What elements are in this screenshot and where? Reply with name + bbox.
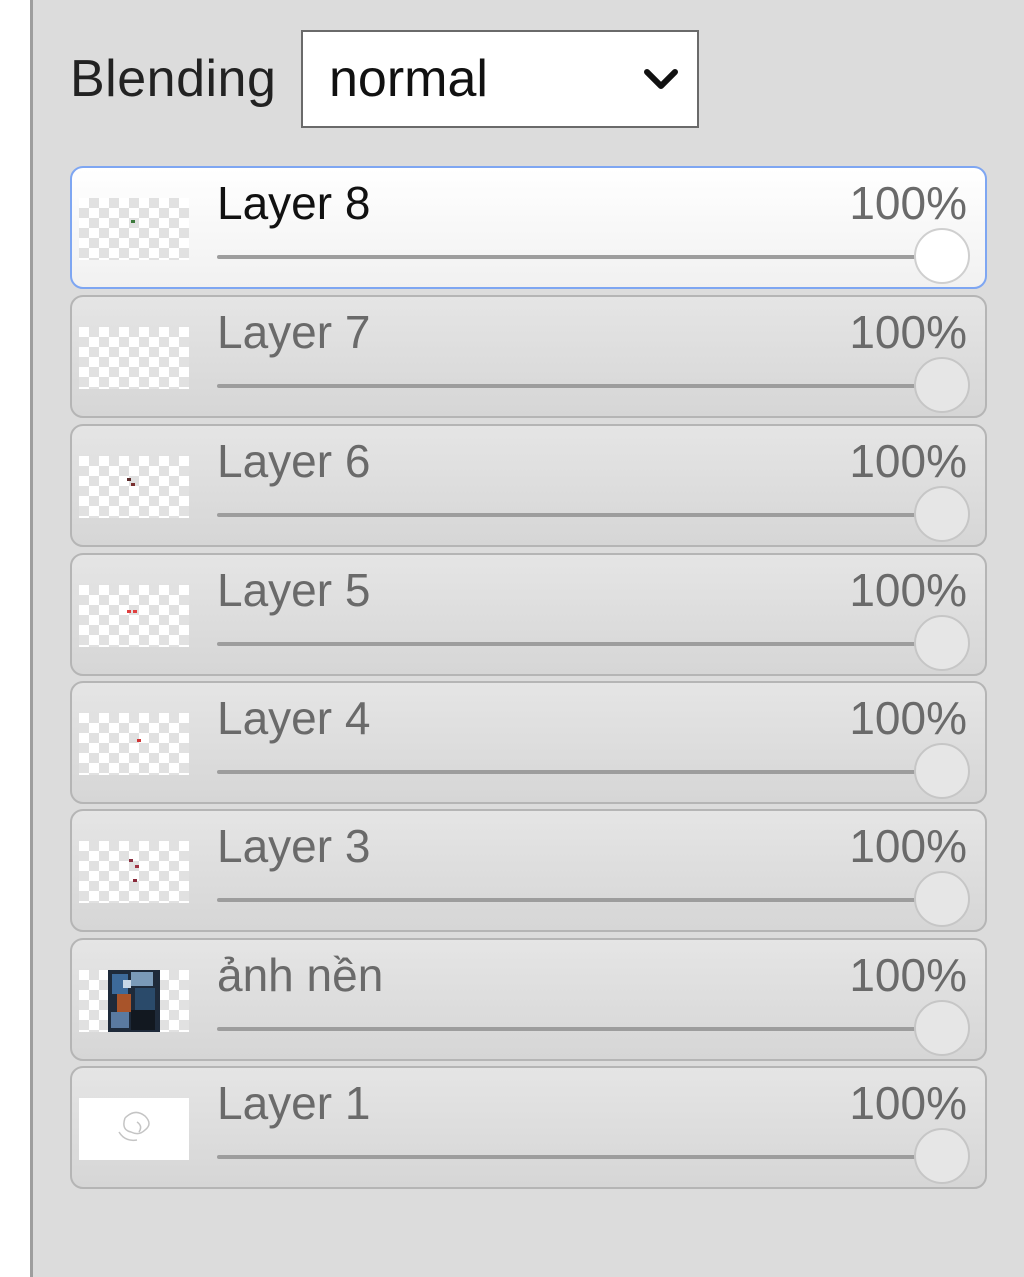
layer-thumbnail [79,1098,189,1160]
layer-thumbnail [79,585,189,647]
opacity-slider-track[interactable] [217,1155,942,1159]
layer-name: Layer 5 [217,564,371,616]
layer-opacity-value: 100% [849,435,967,487]
opacity-slider-handle[interactable] [914,615,970,671]
opacity-slider-track[interactable] [217,384,942,388]
layer-row[interactable]: ảnh nền 100% [70,938,987,1061]
opacity-slider-handle[interactable] [914,1000,970,1056]
sketch-thumbnail-image [118,1111,150,1142]
layer-thumbnail [79,841,189,903]
opacity-slider-handle[interactable] [914,743,970,799]
blending-label: Blending [70,50,277,108]
layer-opacity-value: 100% [849,1077,967,1129]
blending-mode-select[interactable]: normal [301,30,699,128]
layer-thumbnail [79,198,189,260]
layer-thumbnail [79,327,189,389]
layer-row[interactable]: Layer 4 100% [70,681,987,804]
opacity-slider-track[interactable] [217,1027,942,1031]
opacity-slider-track[interactable] [217,642,942,646]
opacity-slider-track[interactable] [217,513,942,517]
layer-opacity-value: 100% [849,564,967,616]
layer-opacity-value: 100% [849,177,967,229]
layer-row[interactable]: Layer 8 100% [70,166,987,289]
layer-name: Layer 6 [217,435,371,487]
opacity-slider-handle[interactable] [914,1128,970,1184]
chevron-down-icon [644,69,678,89]
opacity-slider-track[interactable] [217,255,942,259]
layers-panel: Blending normal Layer 8 100% Layer 7 100… [33,0,1024,1277]
opacity-slider-track[interactable] [217,770,942,774]
layer-name: Layer 1 [217,1077,371,1129]
layer-thumbnail [79,970,189,1032]
opacity-slider-track[interactable] [217,898,942,902]
layer-row[interactable]: Layer 1 100% [70,1066,987,1189]
layer-name: Layer 7 [217,306,371,358]
opacity-slider-handle[interactable] [914,228,970,284]
layer-opacity-value: 100% [849,820,967,872]
layer-name: Layer 4 [217,692,371,744]
layer-thumbnail [79,713,189,775]
blending-row: Blending normal [70,30,699,128]
layer-name: Layer 8 [217,177,371,229]
layer-row[interactable]: Layer 5 100% [70,553,987,676]
layer-row[interactable]: Layer 3 100% [70,809,987,932]
layer-row[interactable]: Layer 7 100% [70,295,987,418]
canvas-edge [0,0,30,1277]
layer-thumbnail [79,456,189,518]
opacity-slider-handle[interactable] [914,357,970,413]
layer-opacity-value: 100% [849,692,967,744]
blending-mode-value: normal [329,50,488,108]
photo-thumbnail-image [108,970,160,1032]
opacity-slider-handle[interactable] [914,486,970,542]
opacity-slider-handle[interactable] [914,871,970,927]
layer-opacity-value: 100% [849,306,967,358]
layer-opacity-value: 100% [849,949,967,1001]
layer-name: ảnh nền [217,949,384,1001]
layer-name: Layer 3 [217,820,371,872]
layer-row[interactable]: Layer 6 100% [70,424,987,547]
